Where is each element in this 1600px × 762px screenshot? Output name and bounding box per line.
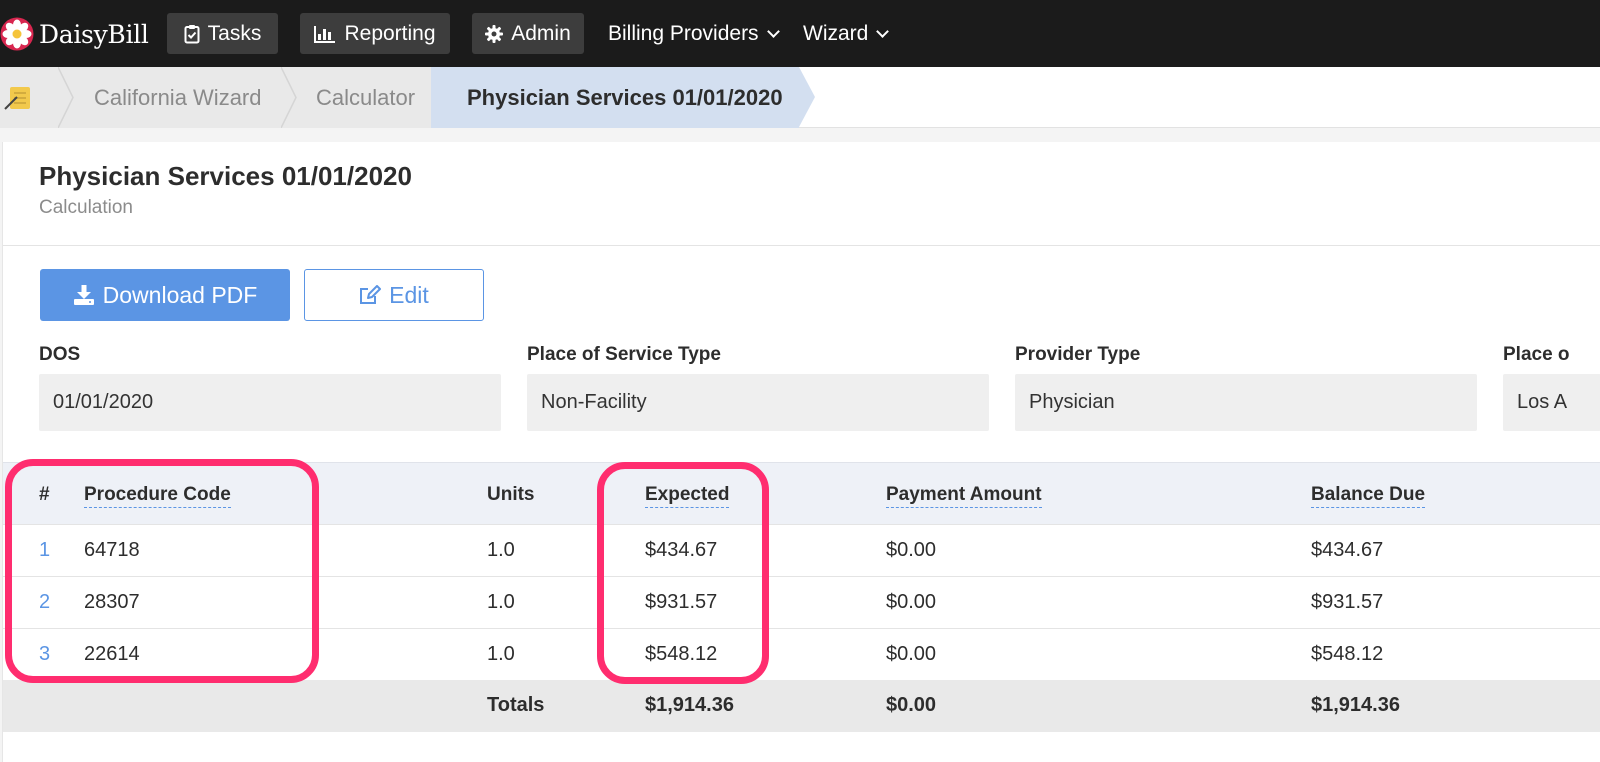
expected-highlight [597, 462, 769, 684]
chevron-down-icon [766, 24, 780, 38]
download-pdf-button[interactable]: Download PDF [40, 269, 290, 321]
download-icon [73, 285, 94, 305]
page-title: Physician Services 01/01/2020 [39, 161, 412, 191]
col-units-header: Units [487, 484, 535, 505]
gear-icon [485, 24, 504, 43]
units: 1.0 [487, 643, 515, 665]
billing-providers-label: Billing Providers [608, 21, 759, 45]
balance-due: $434.67 [1311, 539, 1384, 561]
payment-amount: $0.00 [886, 539, 937, 561]
breadcrumb-home[interactable] [4, 67, 34, 128]
breadcrumb-separator-icon [281, 67, 297, 128]
dos-label: DOS [39, 344, 81, 365]
bar-chart-icon [314, 25, 336, 43]
units: 1.0 [487, 591, 515, 613]
provider-type-value: Physician [1015, 374, 1477, 431]
edit-button[interactable]: Edit [304, 269, 484, 321]
tasks-label: Tasks [207, 21, 262, 45]
place-of-service-type-value: Non-Facility [527, 374, 989, 431]
place-of-service-label: Place o [1503, 344, 1570, 365]
billing-providers-menu[interactable]: Billing Providers [608, 13, 780, 54]
top-navbar: DaisyBill Tasks Reporting Admin Billing … [0, 0, 1600, 67]
breadcrumb-calculator[interactable]: Calculator [316, 67, 415, 128]
reporting-label: Reporting [344, 21, 436, 45]
breadcrumb-separator-icon [58, 67, 74, 128]
daisy-logo-icon [0, 17, 34, 51]
wizard-menu[interactable]: Wizard [803, 13, 890, 54]
reporting-button[interactable]: Reporting [300, 13, 450, 54]
provider-type-label: Provider Type [1015, 344, 1141, 365]
balance-due: $548.12 [1311, 643, 1384, 665]
wizard-label: Wizard [803, 21, 869, 45]
place-of-service-type-label: Place of Service Type [527, 344, 721, 365]
totals-label: Totals [487, 694, 545, 716]
total-balance: $1,914.36 [1311, 694, 1400, 716]
edit-icon [360, 285, 382, 304]
breadcrumb: California Wizard Calculator Physician S… [0, 67, 1600, 128]
panel-header: Physician Services 01/01/2020 Calculatio… [3, 142, 1600, 246]
place-of-service-value: Los A [1503, 374, 1600, 431]
payment-amount: $0.00 [886, 591, 937, 613]
units: 1.0 [487, 539, 515, 561]
total-payment: $0.00 [886, 694, 937, 716]
chevron-down-icon [876, 24, 890, 38]
dos-value: 01/01/2020 [39, 374, 501, 431]
brand-name: DaisyBill [39, 19, 149, 49]
procedure-code-highlight [5, 459, 319, 683]
breadcrumb-current: Physician Services 01/01/2020 [467, 84, 783, 110]
tasks-button[interactable]: Tasks [167, 13, 278, 54]
download-pdf-label: Download PDF [102, 281, 258, 308]
total-expected: $1,914.36 [645, 694, 734, 716]
edit-label: Edit [389, 281, 429, 308]
breadcrumb-california-wizard[interactable]: California Wizard [94, 67, 262, 128]
admin-label: Admin [511, 21, 571, 45]
clipboard-check-icon [184, 24, 200, 43]
totals-row: Totals $1,914.36 $0.00 $1,914.36 [3, 680, 1600, 732]
admin-button[interactable]: Admin [472, 13, 584, 54]
col-payment-amount-header[interactable]: Payment Amount [886, 484, 1042, 508]
col-balance-due-header[interactable]: Balance Due [1311, 484, 1426, 508]
notepad-icon [4, 86, 30, 110]
balance-due: $931.57 [1311, 591, 1384, 613]
page-subtitle: Calculation [39, 197, 133, 218]
brand-logo[interactable]: DaisyBill [0, 14, 149, 54]
payment-amount: $0.00 [886, 643, 937, 665]
